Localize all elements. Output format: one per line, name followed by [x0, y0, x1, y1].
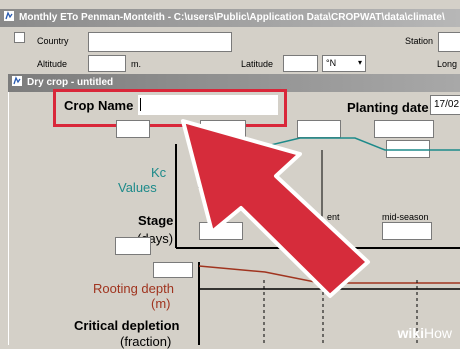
watermark-brand: wiki: [397, 325, 424, 341]
watermark-suffix: How: [423, 325, 452, 341]
wikihow-watermark: wikiHow: [398, 325, 452, 341]
pointer-arrow-icon: [181, 119, 370, 298]
